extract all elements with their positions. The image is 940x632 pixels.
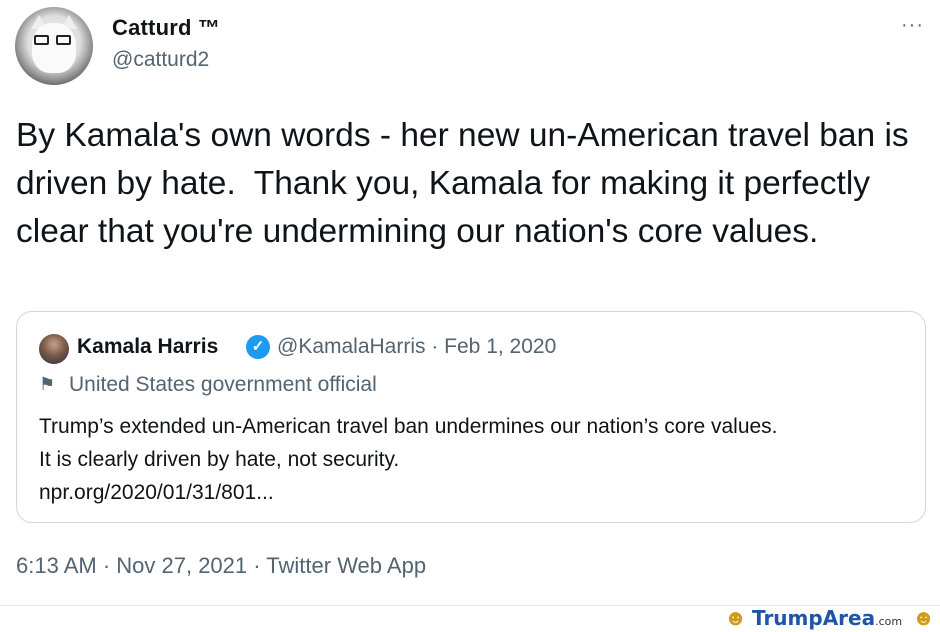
tweet-timestamp[interactable]: 6:13 AM · Nov 27, 2021 · Twitter Web App — [16, 553, 426, 579]
watermark-text: TrumpArea.com — [752, 606, 902, 630]
tweet-text: By Kamala's own words - her new un-Ameri… — [16, 117, 918, 250]
government-label: United States government official — [69, 373, 377, 396]
trump-face-icon: ☻ — [912, 605, 936, 630]
glasses-icon — [34, 35, 74, 45]
quoted-text-line-1: Trump’s extended un-American travel ban … — [39, 415, 778, 438]
avatar[interactable] — [15, 7, 93, 85]
more-options-icon[interactable]: ··· — [901, 14, 924, 37]
tweet-card: Catturd ™ @catturd2 ··· By Kamala's own … — [0, 0, 940, 605]
author-name[interactable]: Catturd ™ — [112, 15, 220, 41]
quoted-text: Trump’s extended un-American travel ban … — [39, 410, 919, 509]
quoted-avatar[interactable] — [39, 334, 69, 364]
quoted-text-line-2: It is clearly driven by hate, not securi… — [39, 448, 400, 471]
verified-badge-icon: ✓ — [246, 335, 270, 359]
quoted-tweet[interactable]: Kamala Harris ✓ @KamalaHarris · Feb 1, 2… — [16, 311, 926, 523]
watermark-brand: TrumpArea — [752, 606, 876, 630]
cat-face — [32, 23, 76, 73]
quoted-author-name[interactable]: Kamala Harris — [77, 335, 218, 359]
flag-icon: ⚑ — [39, 374, 56, 394]
author-handle[interactable]: @catturd2 — [112, 48, 209, 72]
watermark-suffix: .com — [875, 615, 903, 628]
trump-face-icon: ☻ — [724, 605, 748, 630]
quoted-meta: @KamalaHarris · Feb 1, 2020 — [277, 335, 557, 358]
quoted-link[interactable]: npr.org/2020/01/31/801... — [39, 476, 919, 509]
